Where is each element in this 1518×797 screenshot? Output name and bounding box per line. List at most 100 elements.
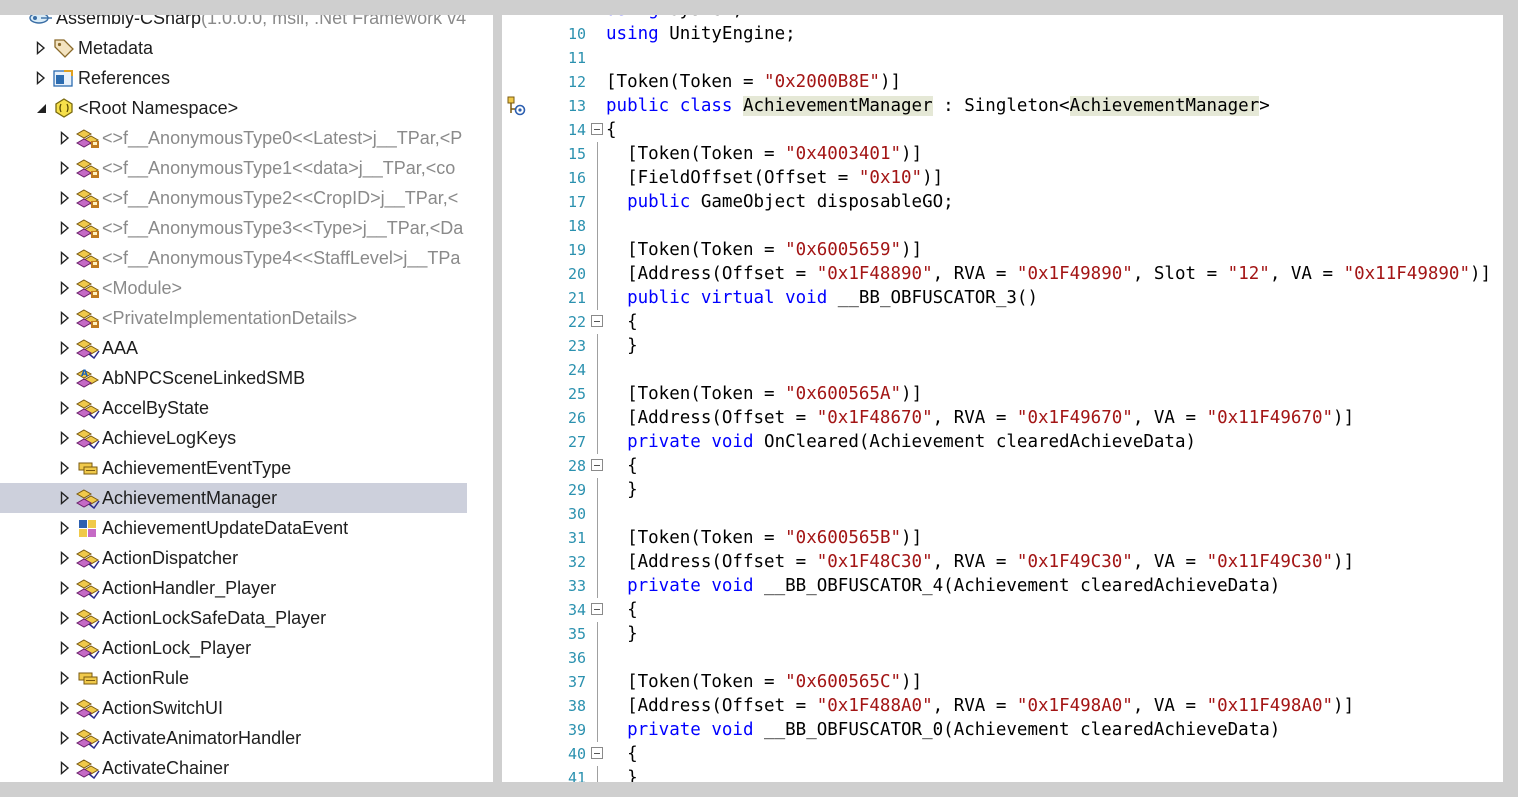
tree-node-type[interactable]: AchievementUpdateDataEvent: [0, 513, 467, 543]
tree-node-type[interactable]: ActionRule: [0, 663, 467, 693]
outline-guide: [597, 142, 598, 166]
tree-node-type[interactable]: A AbNPCSceneLinkedSMB: [0, 363, 467, 393]
references-icon: [52, 67, 76, 89]
code-text[interactable]: [Address(Offset = "0x1F48890", RVA = "0x…: [606, 262, 1491, 286]
code-text[interactable]: [Address(Offset = "0x1F48670", RVA = "0x…: [606, 406, 1354, 430]
tree-node-references[interactable]: References: [0, 63, 467, 93]
tree-node-type[interactable]: ActivateAnimatorHandler: [0, 723, 467, 753]
splitter-bar[interactable]: [493, 0, 502, 797]
code-text[interactable]: private void OnCleared(Achievement clear…: [606, 430, 1196, 454]
expand-arrow-icon[interactable]: [58, 581, 72, 595]
assembly-explorer-tree[interactable]: Assembly-CSharp (1.0.0.0, msil, .Net Fra…: [0, 0, 467, 797]
code-text[interactable]: {: [606, 598, 638, 622]
tree-node-type[interactable]: <>f__AnonymousType4<<StaffLevel>j__TPa: [0, 243, 467, 273]
expand-arrow-icon[interactable]: [34, 41, 48, 55]
tree-node-type[interactable]: ActionSwitchUI: [0, 693, 467, 723]
expand-arrow-icon[interactable]: [58, 401, 72, 415]
collapse-region-icon[interactable]: [591, 603, 603, 615]
outline-guide: [597, 526, 598, 550]
tree-node-type[interactable]: <>f__AnonymousType0<<Latest>j__TPar,<P: [0, 123, 467, 153]
line-number: 22: [567, 313, 586, 331]
expand-arrow-icon[interactable]: [58, 161, 72, 175]
expand-arrow-icon[interactable]: [58, 131, 72, 145]
code-editor[interactable]: 9using System;10using UnityEngine;1112[T…: [502, 0, 1503, 782]
class-inheritance-margin-icon[interactable]: [504, 95, 526, 117]
code-text[interactable]: private void __BB_OBFUSCATOR_4(Achieveme…: [606, 574, 1280, 598]
expand-arrow-icon[interactable]: [58, 731, 72, 745]
expand-arrow-icon[interactable]: [58, 641, 72, 655]
code-text[interactable]: [Token(Token = "0x600565B")]: [606, 526, 922, 550]
tree-node-type[interactable]: ActionLock_Player: [0, 633, 467, 663]
code-text[interactable]: [FieldOffset(Offset = "0x10")]: [606, 166, 943, 190]
expand-arrow-icon[interactable]: [58, 701, 72, 715]
code-text[interactable]: [Token(Token = "0x600565A")]: [606, 382, 922, 406]
code-text[interactable]: }: [606, 478, 638, 502]
expand-arrow-icon[interactable]: [34, 71, 48, 85]
tree-node-type[interactable]: AchieveLogKeys: [0, 423, 467, 453]
code-text[interactable]: }: [606, 334, 638, 358]
code-text[interactable]: {: [606, 118, 617, 142]
code-text[interactable]: [Address(Offset = "0x1F48C30", RVA = "0x…: [606, 550, 1354, 574]
code-text[interactable]: [Token(Token = "0x6005659")]: [606, 238, 922, 262]
code-text[interactable]: private void __BB_OBFUSCATOR_0(Achieveme…: [606, 718, 1280, 742]
expand-arrow-icon[interactable]: [58, 191, 72, 205]
collapse-region-icon[interactable]: [591, 315, 603, 327]
collapse-region-icon[interactable]: [591, 123, 603, 135]
tree-node-type[interactable]: ActionLockSafeData_Player: [0, 603, 467, 633]
collapse-region-icon[interactable]: [591, 459, 603, 471]
code-text[interactable]: [Token(Token = "0x4003401")]: [606, 142, 922, 166]
expand-arrow-icon[interactable]: [58, 221, 72, 235]
tree-node-type[interactable]: <Module>: [0, 273, 467, 303]
expand-arrow-icon[interactable]: [58, 251, 72, 265]
code-text[interactable]: {: [606, 454, 638, 478]
expand-arrow-icon[interactable]: [58, 761, 72, 775]
expand-arrow-icon[interactable]: [58, 521, 72, 535]
expand-arrow-icon[interactable]: [58, 491, 72, 505]
code-token: )]: [901, 528, 923, 548]
expand-arrow-icon[interactable]: [58, 311, 72, 325]
collapse-region-icon[interactable]: [591, 747, 603, 759]
code-token: )]: [901, 384, 923, 404]
code-text[interactable]: [Address(Offset = "0x1F488A0", RVA = "0x…: [606, 694, 1354, 718]
expand-arrow-icon[interactable]: [58, 341, 72, 355]
code-text[interactable]: }: [606, 766, 638, 782]
outline-guide: [597, 550, 598, 574]
tree-node-type[interactable]: ActivateChainer: [0, 753, 467, 783]
code-text[interactable]: [Token(Token = "0x2000B8E")]: [606, 70, 901, 94]
code-token: {: [606, 312, 638, 332]
tree-node-type[interactable]: <>f__AnonymousType3<<Type>j__TPar,<Da: [0, 213, 467, 243]
tree-node-type[interactable]: <PrivateImplementationDetails>: [0, 303, 467, 333]
code-text[interactable]: public virtual void __BB_OBFUSCATOR_3(): [606, 286, 1038, 310]
tree-node-type[interactable]: AccelByState: [0, 393, 467, 423]
code-token: )]: [901, 240, 923, 260]
code-token: >: [1259, 96, 1270, 116]
panel-splitter[interactable]: [467, 0, 493, 797]
code-text[interactable]: public GameObject disposableGO;: [606, 190, 954, 214]
code-line: 30: [502, 502, 1503, 526]
expand-arrow-icon[interactable]: [58, 611, 72, 625]
tree-node-type[interactable]: <>f__AnonymousType2<<CropID>j__TPar,<: [0, 183, 467, 213]
expand-arrow-icon[interactable]: [58, 281, 72, 295]
tree-node-type[interactable]: AAA: [0, 333, 467, 363]
expand-arrow-icon[interactable]: [58, 431, 72, 445]
expand-arrow-icon[interactable]: [58, 461, 72, 475]
class-icon: [75, 397, 100, 420]
tree-node-type[interactable]: AchievementEventType: [0, 453, 467, 483]
collapse-arrow-icon[interactable]: [34, 101, 48, 115]
code-text[interactable]: }: [606, 622, 638, 646]
code-token: )]: [879, 72, 902, 92]
tree-node-metadata[interactable]: Metadata: [0, 33, 467, 63]
expand-arrow-icon[interactable]: [58, 671, 72, 685]
tree-node-type[interactable]: ActionHandler_Player: [0, 573, 467, 603]
expand-arrow-icon[interactable]: [58, 371, 72, 385]
tree-node-type[interactable]: <>f__AnonymousType1<<data>j__TPar,<co: [0, 153, 467, 183]
tree-node-type[interactable]: AchievementManager: [0, 483, 467, 513]
code-text[interactable]: public class AchievementManager : Single…: [606, 94, 1270, 118]
expand-arrow-icon[interactable]: [58, 551, 72, 565]
tree-node-root-namespace[interactable]: <Root Namespace>: [0, 93, 467, 123]
code-text[interactable]: {: [606, 310, 638, 334]
code-text[interactable]: [Token(Token = "0x600565C")]: [606, 670, 922, 694]
code-text[interactable]: {: [606, 742, 638, 766]
tree-node-type[interactable]: ActionDispatcher: [0, 543, 467, 573]
code-text[interactable]: using UnityEngine;: [606, 22, 796, 46]
